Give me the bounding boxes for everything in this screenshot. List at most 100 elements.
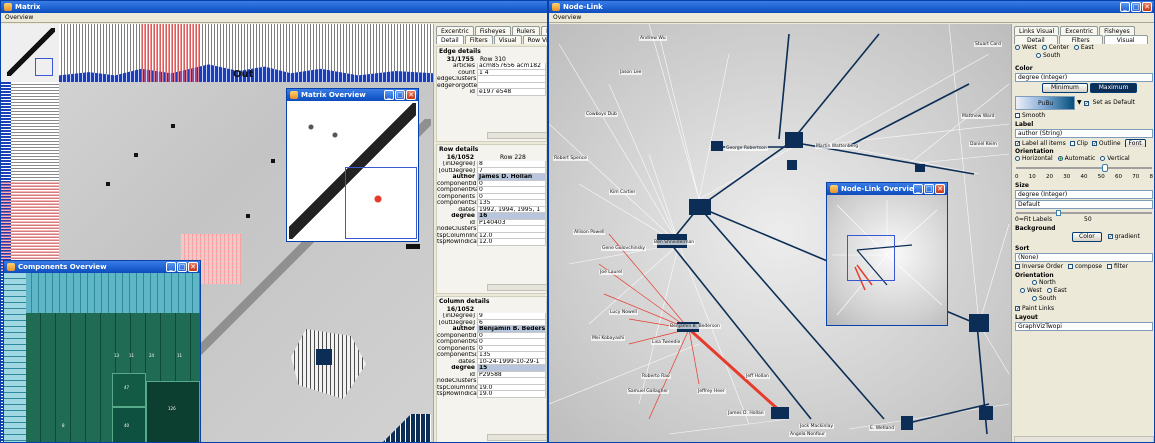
close-button[interactable]: ✕: [935, 184, 945, 194]
graph-node[interactable]: [979, 406, 993, 420]
edge-cell[interactable]: [406, 244, 420, 249]
matrix-corner-overview[interactable]: [1, 24, 59, 82]
nodelink-overview-canvas[interactable]: [827, 195, 947, 325]
graph-node[interactable]: [787, 160, 797, 170]
tab-filters[interactable]: Filters: [464, 35, 493, 44]
clip-checkbox[interactable]: [1069, 141, 1075, 146]
node-label[interactable]: Stuart Card: [974, 42, 1002, 47]
palette-swatch[interactable]: PuBu: [1015, 96, 1075, 110]
maximum-button[interactable]: Maximum: [1089, 83, 1138, 93]
tab-visual[interactable]: Visual: [1103, 35, 1148, 44]
treemap-cell-47[interactable]: [112, 373, 146, 407]
tab-filters[interactable]: Filters: [1058, 35, 1103, 44]
sort-field[interactable]: (None): [1015, 253, 1153, 262]
matrix-cell[interactable]: [134, 153, 138, 157]
minimize-button[interactable]: _: [384, 90, 394, 100]
node-label[interactable]: George Robertson: [725, 146, 768, 151]
components-treemap[interactable]: 13 11 24 11 47 126 40 8: [4, 273, 200, 442]
matrix-overview-title-bar[interactable]: Matrix Overview _ □ ✕: [287, 89, 418, 101]
minimize-button[interactable]: _: [913, 184, 923, 194]
node-label[interactable]: Mei Kobayashi: [591, 336, 626, 341]
node-label[interactable]: Jason Lee: [619, 70, 643, 75]
node-label[interactable]: Jeff Hollan: [745, 374, 770, 379]
node-label[interactable]: Gene Golovchinsky: [601, 246, 647, 251]
radio-east[interactable]: [1073, 45, 1079, 50]
minimize-button[interactable]: _: [166, 262, 176, 272]
close-button[interactable]: ✕: [406, 90, 416, 100]
node-label[interactable]: Cowboys Dub: [585, 112, 618, 117]
radio-west[interactable]: [1015, 45, 1020, 50]
tab-excentric[interactable]: Excentric: [436, 26, 474, 35]
matrix-cell[interactable]: [246, 214, 250, 218]
menu-overview[interactable]: Overview: [553, 14, 581, 21]
filter-checkbox[interactable]: [1107, 264, 1113, 269]
graph-node[interactable]: [689, 199, 711, 215]
maximize-button[interactable]: □: [177, 262, 187, 272]
radio-vertical[interactable]: [1100, 156, 1106, 161]
tab-fisheyes[interactable]: Fisheyes: [474, 26, 511, 35]
node-label[interactable]: Andrew Wu: [639, 36, 667, 41]
radio-south[interactable]: [1036, 53, 1041, 58]
node-label[interactable]: Kim Cartier: [609, 190, 637, 195]
graph-node[interactable]: [915, 164, 925, 172]
matrix-title-bar[interactable]: Matrix: [1, 1, 547, 13]
color-button[interactable]: Color: [1072, 232, 1102, 242]
components-title-bar[interactable]: Components Overview _ □ ✕: [4, 261, 200, 273]
slider-thumb[interactable]: [1056, 210, 1061, 216]
font-button[interactable]: Font: [1124, 139, 1146, 147]
radio-north[interactable]: [1032, 280, 1037, 285]
size-field[interactable]: degree (Integer): [1015, 190, 1153, 199]
radio-south-2[interactable]: [1032, 296, 1037, 301]
matrix-cell[interactable]: [171, 124, 175, 128]
treemap-cell-large[interactable]: [146, 381, 200, 442]
set-default-checkbox[interactable]: ✓: [1083, 100, 1089, 106]
node-label[interactable]: Martin Wattenberg: [815, 144, 860, 149]
label-slider[interactable]: [1016, 164, 1152, 172]
node-label[interactable]: Benjamin B. Bederson: [669, 324, 721, 329]
gradient-checkbox[interactable]: ✓: [1107, 234, 1113, 240]
node-label[interactable]: Samuel Gallagher: [627, 389, 670, 394]
smooth-checkbox[interactable]: [1015, 113, 1020, 118]
graph-node[interactable]: [901, 416, 913, 430]
tab-visual[interactable]: Visual: [493, 35, 522, 44]
compose-checkbox[interactable]: [1067, 264, 1073, 269]
radio-automatic[interactable]: [1057, 156, 1063, 161]
node-label[interactable]: Joe Laurel: [599, 270, 624, 275]
column-scrollbar[interactable]: [487, 434, 546, 441]
nodelink-overview-title-bar[interactable]: Node-Link Overview _ □ ✕: [827, 183, 947, 195]
tab-row-visual[interactable]: Row Vi: [522, 35, 547, 44]
chevron-down-icon[interactable]: ▼: [1077, 99, 1082, 107]
tab-detail[interactable]: Detail: [1014, 35, 1058, 44]
minimum-button[interactable]: Minimum: [1042, 83, 1088, 93]
node-label[interactable]: James D. Hollan: [727, 411, 765, 416]
tab-detail[interactable]: Detail: [436, 35, 464, 44]
menu-overview[interactable]: Overview: [5, 14, 33, 21]
node-label[interactable]: Roberto Rao: [641, 374, 671, 379]
outline-checkbox[interactable]: ✓: [1091, 141, 1097, 147]
tab-m[interactable]: M: [541, 26, 547, 35]
matrix-cell[interactable]: [106, 182, 110, 186]
inverse-order-checkbox[interactable]: [1015, 264, 1020, 269]
maximize-button[interactable]: □: [924, 184, 934, 194]
tab-excentric[interactable]: Excentric: [1060, 26, 1099, 35]
close-button[interactable]: ✕: [188, 262, 198, 272]
node-label[interactable]: Ben Shneiderman: [653, 240, 696, 245]
node-label[interactable]: Lisa Tweedie: [651, 340, 682, 345]
close-button[interactable]: ✕: [1142, 2, 1152, 12]
radio-horizontal[interactable]: [1015, 156, 1020, 161]
row-scrollbar[interactable]: [487, 284, 546, 291]
minimize-button[interactable]: _: [1120, 2, 1130, 12]
size-slider[interactable]: [1016, 210, 1152, 216]
tab-rulers[interactable]: Rulers: [511, 26, 541, 35]
color-field[interactable]: degree (Integer): [1015, 73, 1153, 82]
matrix-cell[interactable]: [271, 159, 275, 163]
radio-center[interactable]: [1041, 45, 1047, 50]
node-label[interactable]: Lucy Nowell: [609, 310, 638, 315]
radio-west-2[interactable]: [1020, 288, 1025, 293]
node-label[interactable]: Jock Mackinlay: [799, 424, 835, 429]
node-label[interactable]: Robert Spence: [553, 156, 588, 161]
graph-node[interactable]: [771, 407, 789, 419]
node-label[interactable]: Jeffrey Heer: [697, 389, 726, 394]
node-label[interactable]: Daniel Keim: [969, 142, 998, 147]
size-default-field[interactable]: Default: [1015, 200, 1153, 209]
